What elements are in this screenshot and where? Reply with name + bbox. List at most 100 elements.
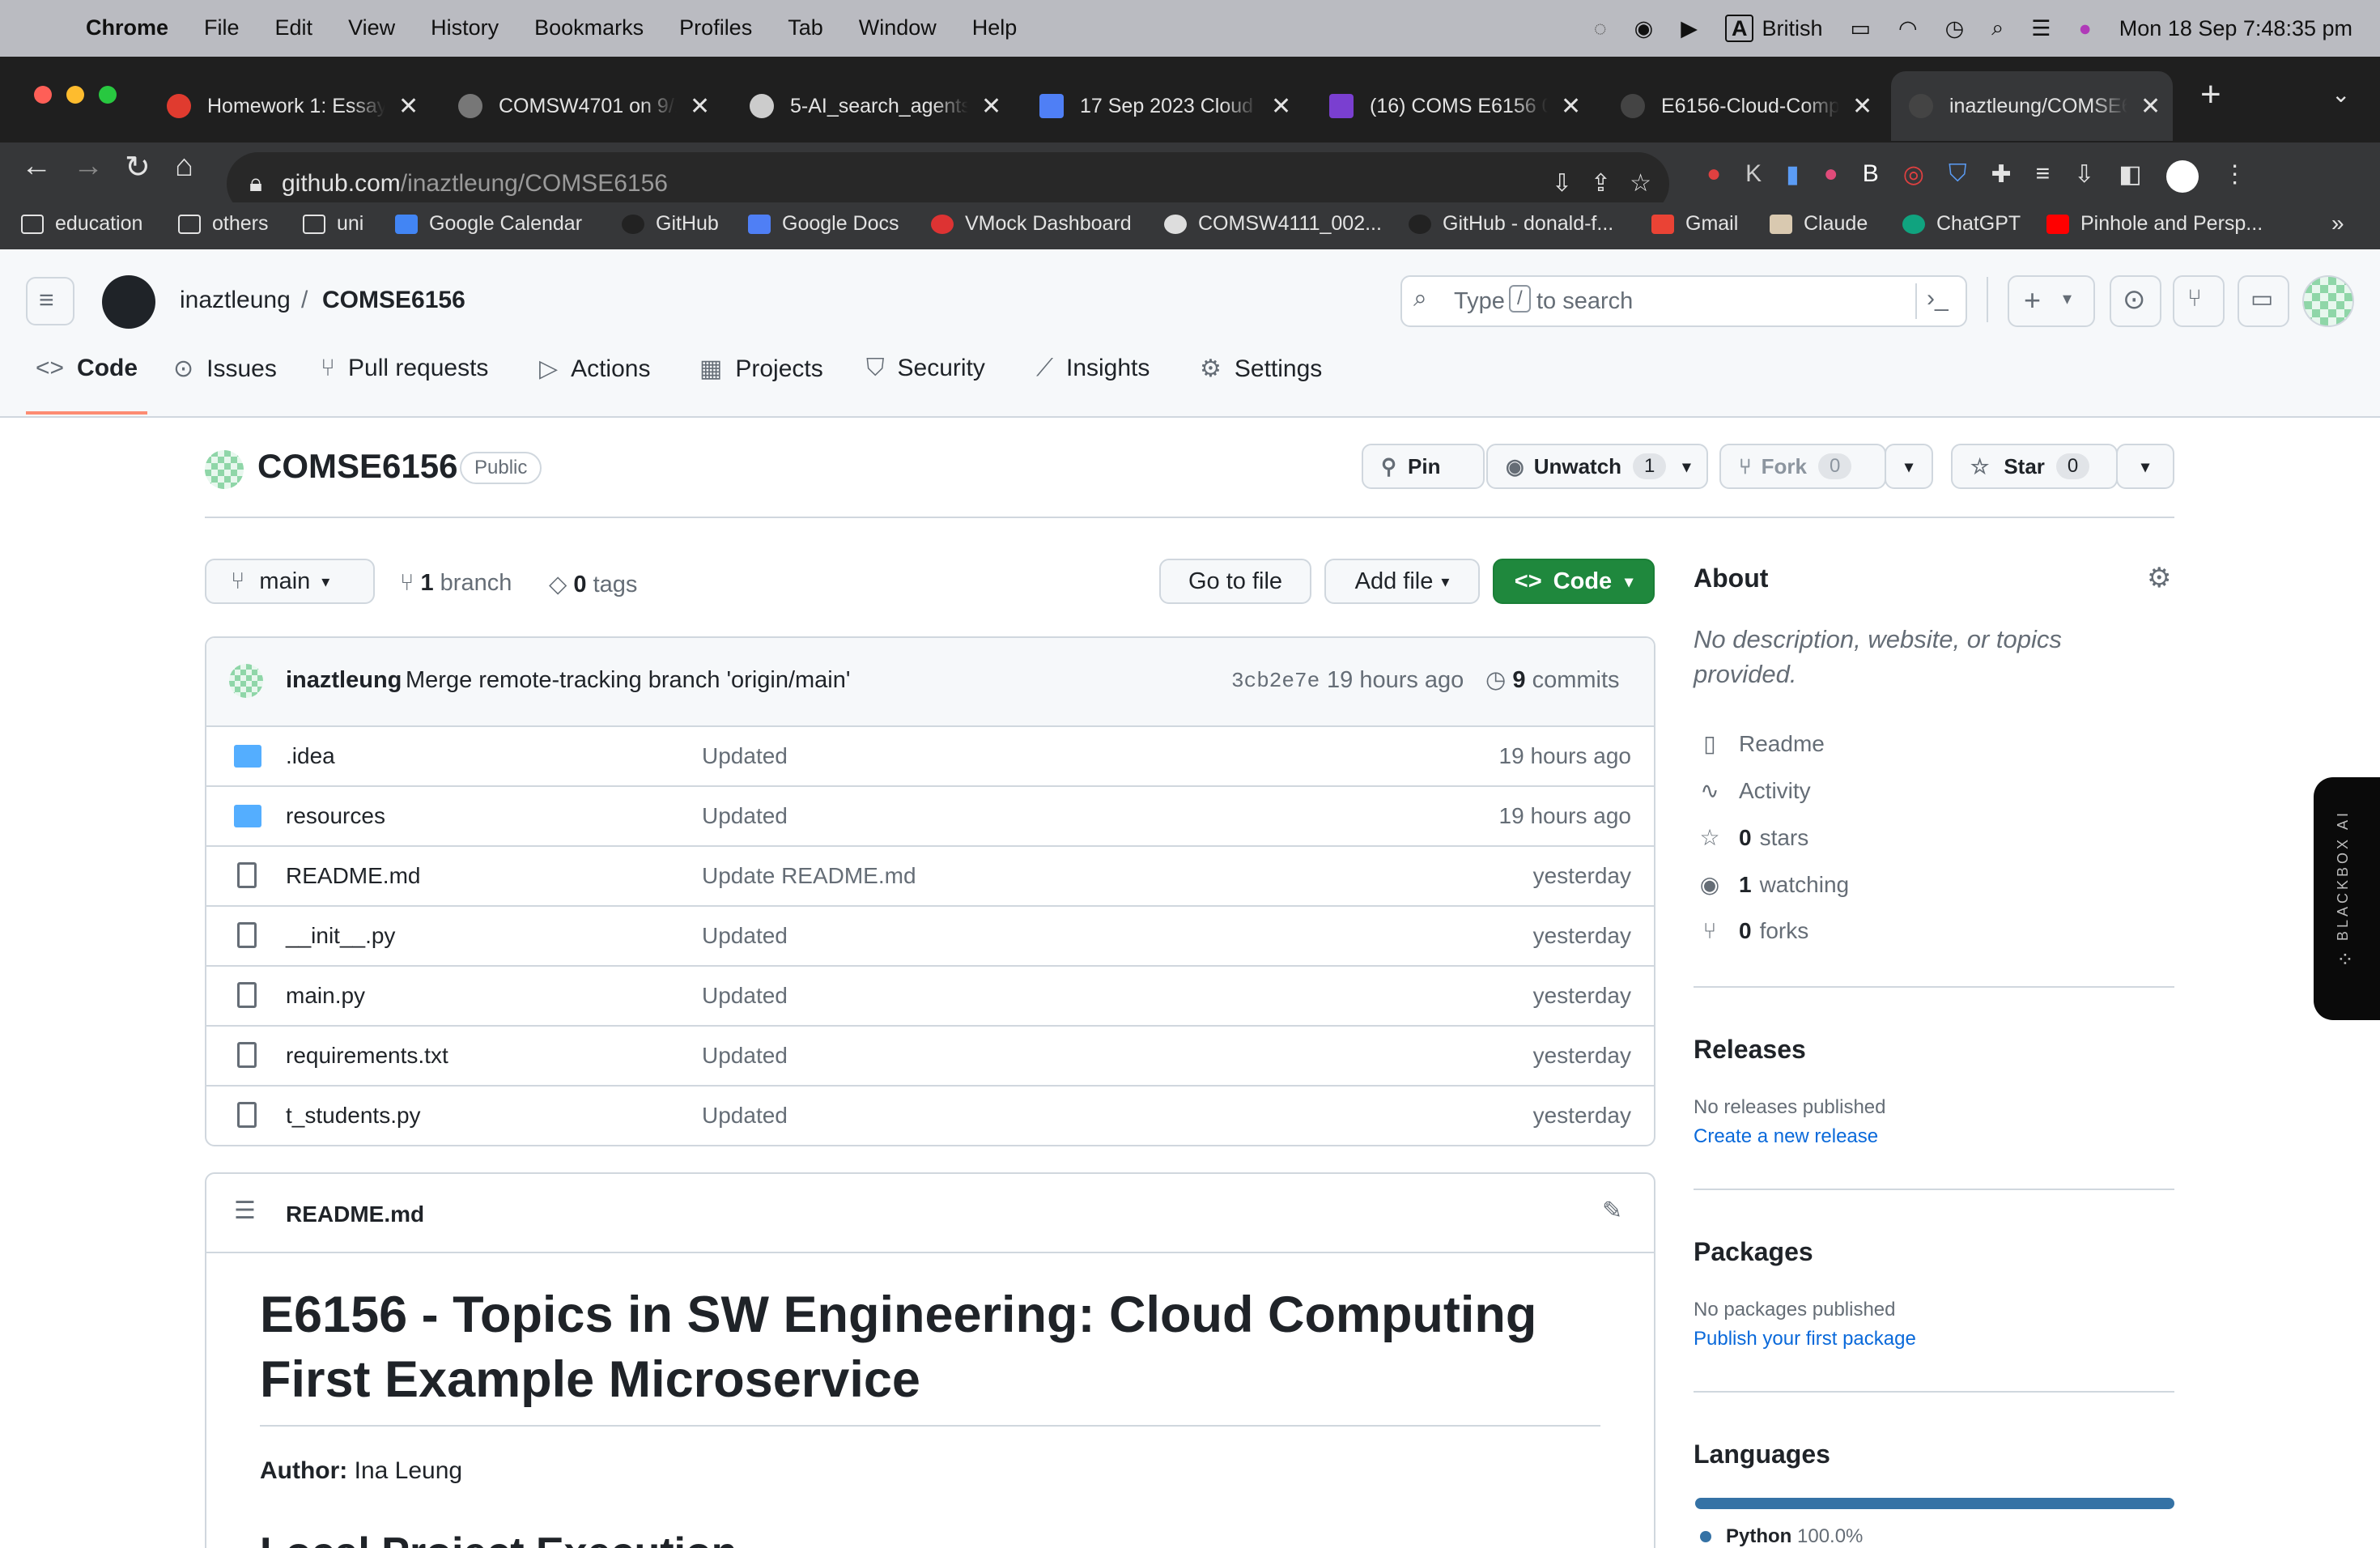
reload-icon[interactable]: ↻ [125,149,151,185]
star-button[interactable]: ☆ Star 0 [1951,444,2118,489]
ext-oo-icon[interactable]: ◎ [1903,160,1924,193]
wifi-icon[interactable]: ◠ [1898,16,1918,41]
siri-icon[interactable]: ● [2078,16,2091,41]
list-unordered-icon[interactable]: ☰ [234,1197,256,1225]
time-machine-icon[interactable]: ◷ [1945,16,1965,41]
menu-view[interactable]: View [348,15,395,40]
tab-e6156-cloud[interactable]: E6156-Cloud-Comp ✕ [1621,71,1888,141]
code-dropdown-button[interactable]: <> Code ▾ [1493,559,1655,604]
user-avatar[interactable] [2302,275,2354,327]
readme-filename[interactable]: README.md [286,1201,424,1227]
activity-link[interactable]: ∿ Activity [1694,777,1810,804]
close-tab-icon[interactable]: ✕ [398,92,419,121]
menu-app-name[interactable]: Chrome [86,15,168,40]
play-icon[interactable]: ▶ [1681,16,1698,41]
file-row[interactable]: t_students.py Updated yesterday [206,1085,1654,1145]
tab-code[interactable]: <> Code [36,355,138,382]
zoom-window-button[interactable] [99,86,117,104]
control-center-icon[interactable]: ☰ [2031,16,2051,41]
more-bookmarks-icon[interactable]: » [2331,211,2344,236]
repo-title[interactable]: COMSE6156 [257,447,457,486]
commit-sha[interactable]: 3cb2e7e [1231,669,1320,693]
stars-link[interactable]: ☆ 0 stars [1694,824,1808,851]
file-row[interactable]: .idea Updated 19 hours ago [206,725,1654,785]
commit-author[interactable]: inaztleung [286,667,402,694]
vpn-icon[interactable]: ◉ [1634,16,1654,41]
language-python[interactable]: Python 100.0% [1700,1525,1863,1548]
close-tab-icon[interactable]: ✕ [1561,92,1581,121]
packages-title[interactable]: Packages [1694,1237,1813,1267]
menu-window[interactable]: Window [859,15,937,40]
commits-link[interactable]: ◷ 9 commits [1485,666,1620,694]
bookmark-google-calendar[interactable]: Google Calendar [395,212,582,236]
add-file-button[interactable]: Add file ▾ [1324,559,1480,604]
gear-icon[interactable]: ⚙ [2147,562,2171,594]
unwatch-button[interactable]: ◉ Unwatch 1 ▾ [1486,444,1708,489]
ext-shield-icon[interactable]: ⛉ [1949,160,1967,193]
close-tab-icon[interactable]: ✕ [690,92,710,121]
releases-title[interactable]: Releases [1694,1035,1806,1065]
new-tab-icon[interactable]: + [2200,74,2221,115]
ext-bookmark-icon[interactable]: ▮ [1786,160,1800,193]
back-icon[interactable]: ← [21,149,52,184]
commit-message[interactable]: Merge remote-tracking branch 'origin/mai… [406,667,850,694]
menu-file[interactable]: File [204,15,240,40]
close-tab-icon[interactable]: ✕ [2140,92,2161,121]
bookmark-github[interactable]: GitHub [622,212,719,236]
file-row[interactable]: requirements.txt Updated yesterday [206,1025,1654,1085]
branch-select[interactable]: ⑂ main ▾ [205,559,375,604]
close-tab-icon[interactable]: ✕ [1271,92,1291,121]
watching-link[interactable]: ◉ 1 watching [1694,871,1849,898]
close-tab-icon[interactable]: ✕ [1852,92,1872,121]
tags-link[interactable]: ◇ 0 tags [549,570,637,598]
bookmark-folder-others[interactable]: others [178,212,268,236]
create-release-link[interactable]: Create a new release [1694,1125,1878,1148]
minimize-window-button[interactable] [66,86,84,104]
ext-t-icon[interactable]: ● [1824,160,1838,193]
tab-security[interactable]: ⛉ Security [866,355,985,382]
commit-author-avatar[interactable] [229,664,263,698]
bookmark-folder-education[interactable]: education [21,212,142,236]
close-tab-icon[interactable]: ✕ [981,92,1001,121]
github-logo-icon[interactable] [102,275,155,329]
forks-link[interactable]: ⑂ 0 forks [1694,918,1809,944]
tab-settings[interactable]: ⚙ Settings [1200,355,1322,383]
menu-history[interactable]: History [431,15,499,40]
inbox-button[interactable]: ▭ [2238,275,2289,327]
issues-button[interactable]: ⊙ [2110,275,2161,327]
forward-icon[interactable]: → [73,149,104,184]
go-to-file-button[interactable]: Go to file [1159,559,1311,604]
readme-link[interactable]: ▯ Readme [1694,730,1825,757]
ext-b-icon[interactable]: B [1863,160,1879,193]
search-input[interactable]: ⌕ Type / to search ›_ [1400,275,1967,327]
tab-search-chevron-icon[interactable]: ⌄ [2331,81,2350,108]
tab-cloud-doc[interactable]: 17 Sep 2023 Cloud C ✕ [1039,71,1307,141]
spotlight-icon[interactable]: ⌕ [1991,15,2004,41]
publish-package-link[interactable]: Publish your first package [1694,1328,1916,1350]
bookmark-github-donald[interactable]: GitHub - donald-f... [1409,212,1613,236]
bookmark-comsw4111[interactable]: COMSW4111_002... [1164,212,1382,236]
tab-ai-search[interactable]: 5-AI_search_agents ✕ [750,71,1017,141]
pencil-icon[interactable]: ✎ [1602,1197,1622,1225]
bookmark-vmock[interactable]: VMock Dashboard [931,212,1132,236]
menu-edit[interactable]: Edit [275,15,313,40]
bookmark-claude[interactable]: Claude [1770,212,1868,236]
menu-bookmarks[interactable]: Bookmarks [534,15,644,40]
tab-projects[interactable]: ▦ Projects [699,355,823,383]
input-source[interactable]: A British [1724,14,1823,42]
bookmark-pinhole[interactable]: Pinhole and Persp... [2046,212,2263,236]
bookmark-google-docs[interactable]: Google Docs [748,212,899,236]
tab-homework[interactable]: Homework 1: Essay Q ✕ [167,71,434,141]
bookmark-folder-uni[interactable]: uni [303,212,363,236]
menu-profiles[interactable]: Profiles [679,15,752,40]
menu-help[interactable]: Help [972,15,1018,40]
side-panel-icon[interactable]: ◧ [2119,160,2141,193]
file-row[interactable]: main.py Updated yesterday [206,965,1654,1025]
create-new-button[interactable]: + ▾ [2008,275,2095,327]
tab-active-repo[interactable]: inaztleung/COMSE6 ✕ [1891,71,2173,141]
tab-ed-coms[interactable]: (16) COMS E6156 0 ✕ [1329,71,1596,141]
star-dropdown-button[interactable]: ▾ [2116,444,2174,489]
ext-ublock-icon[interactable]: ● [1706,160,1721,193]
tab-actions[interactable]: ▷ Actions [539,355,650,383]
bookmark-chatgpt[interactable]: ChatGPT [1902,212,2021,236]
